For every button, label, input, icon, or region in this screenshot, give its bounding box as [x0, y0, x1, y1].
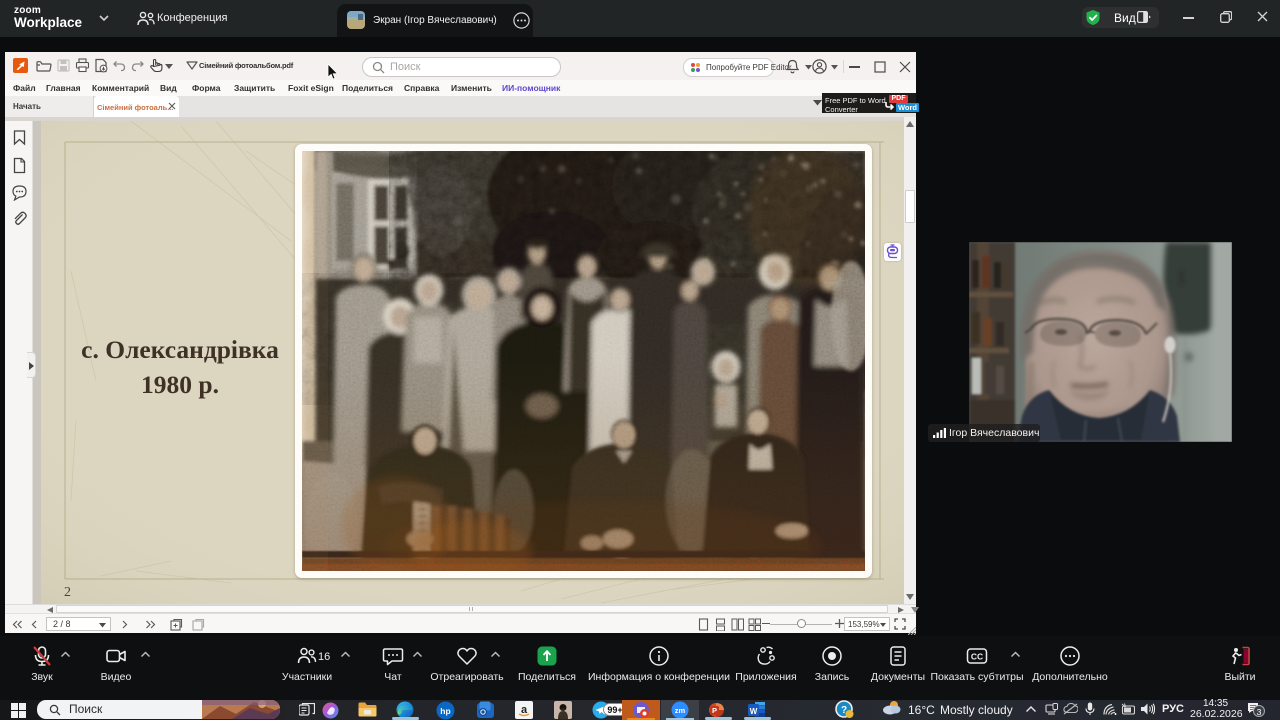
svg-text:a: a: [521, 704, 528, 716]
svg-text:zm: zm: [675, 706, 686, 715]
svg-text:P: P: [712, 706, 717, 715]
svg-text:hp: hp: [440, 706, 450, 716]
svg-text:1980 р.: 1980 р.: [141, 370, 219, 399]
svg-text:CC: CC: [971, 652, 983, 662]
svg-text:W: W: [750, 707, 758, 716]
svg-text:2: 2: [64, 585, 71, 600]
svg-text:с. Олександрівка: с. Олександрівка: [81, 335, 279, 364]
